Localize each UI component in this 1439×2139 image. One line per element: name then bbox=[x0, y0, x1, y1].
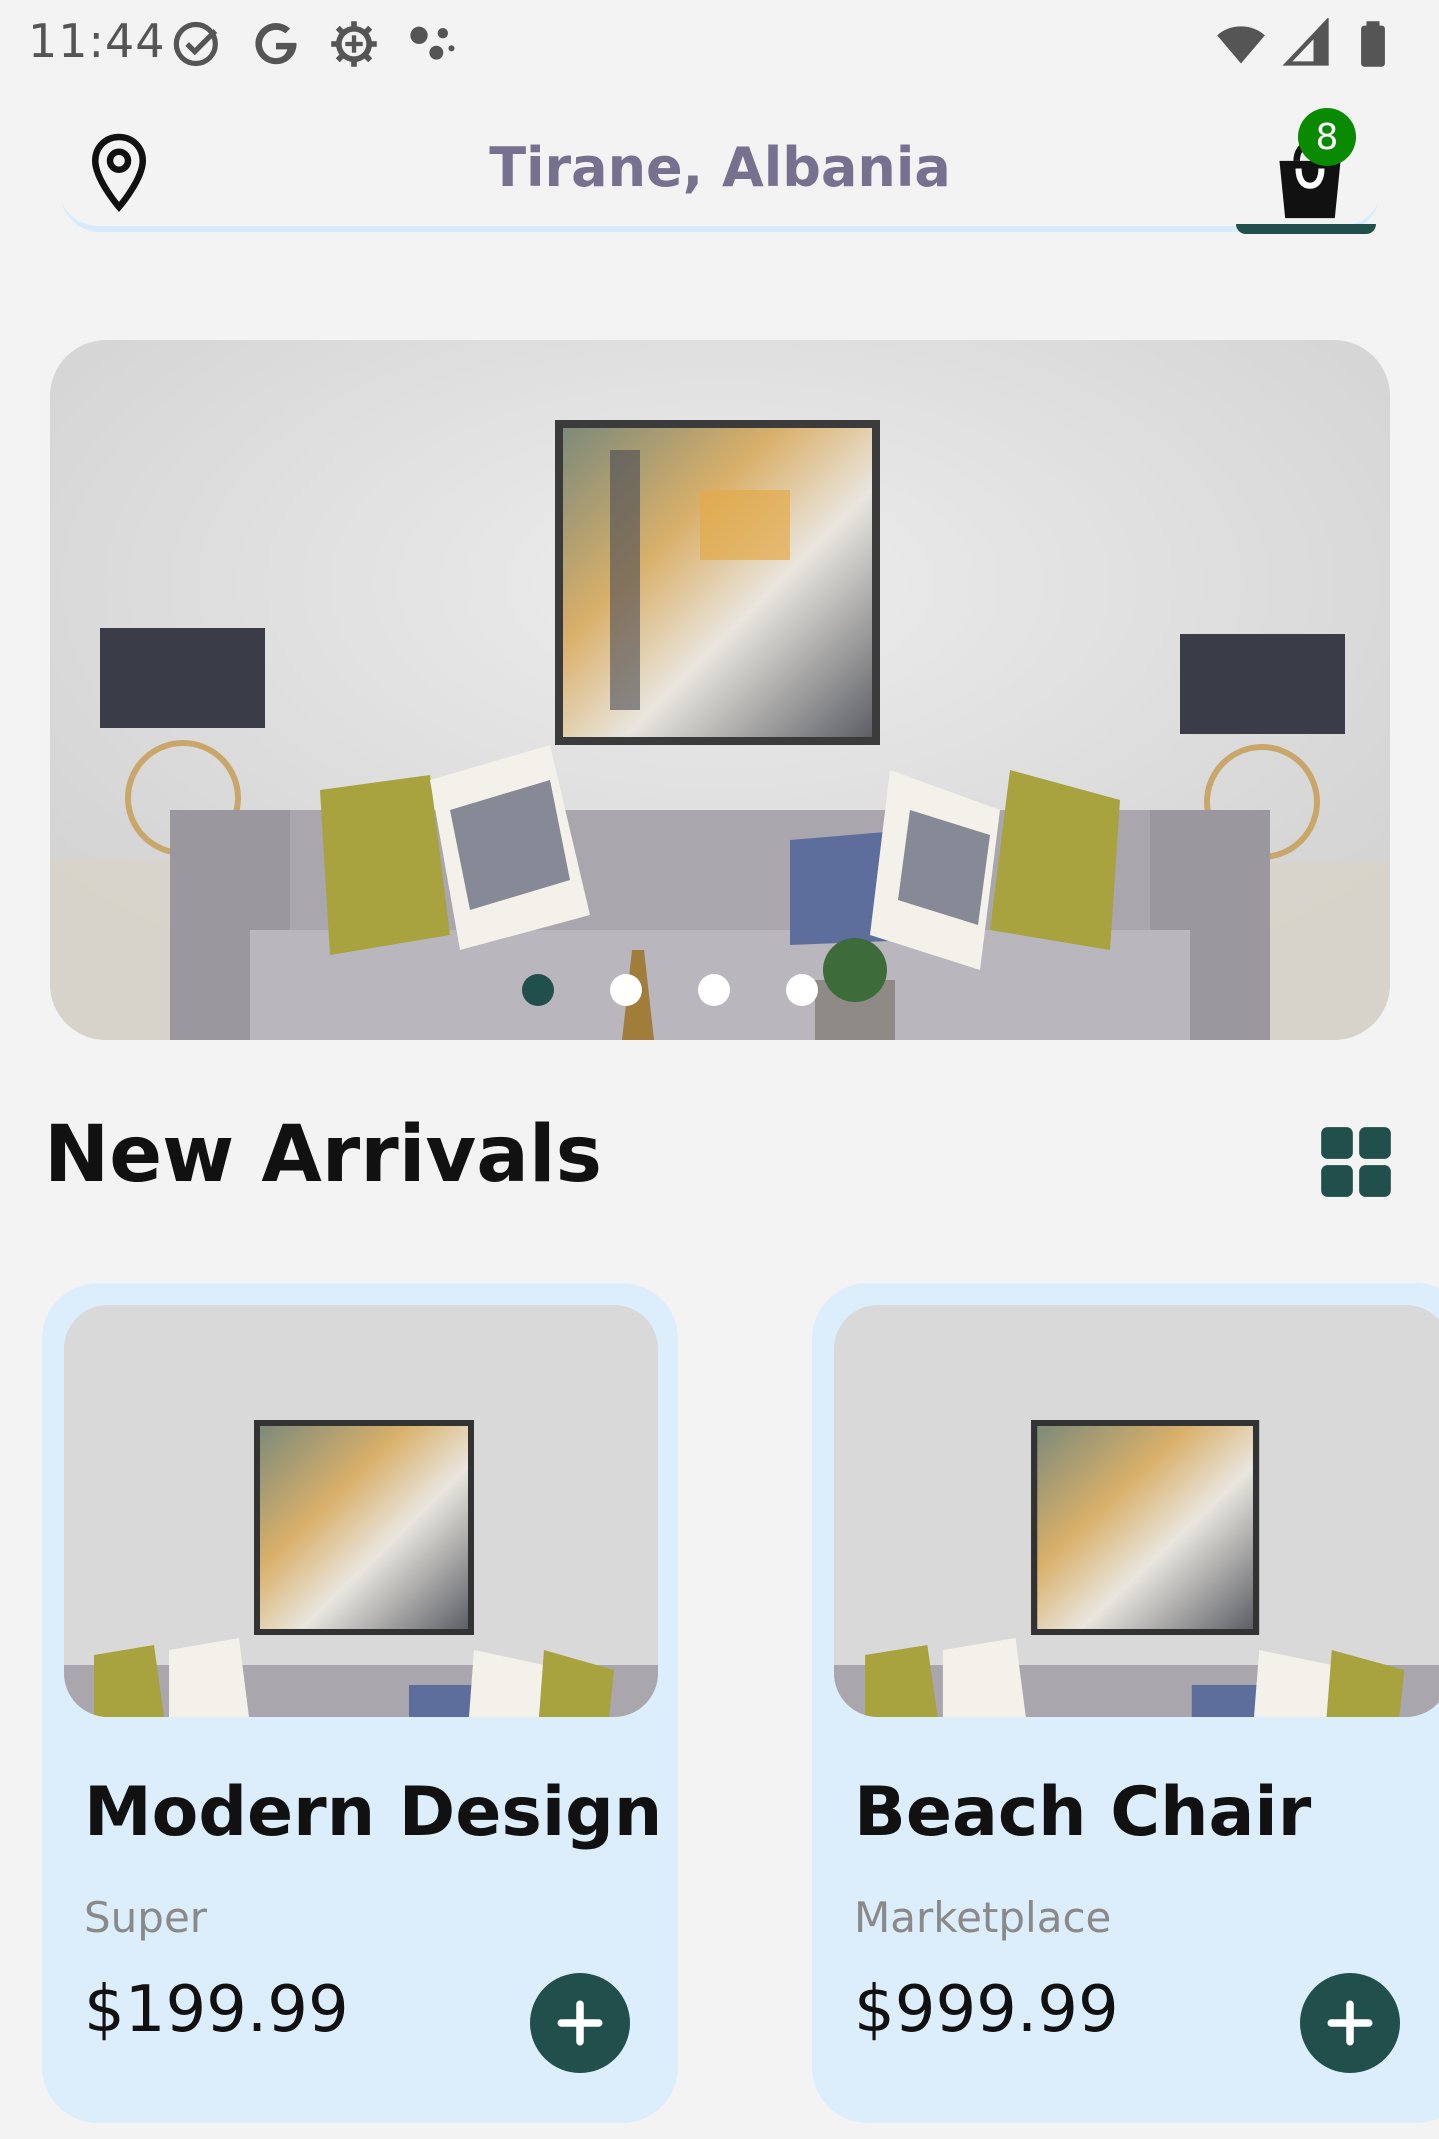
section-title-new-arrivals: New Arrivals bbox=[44, 1110, 603, 1200]
product-photo bbox=[834, 1305, 1439, 1717]
product-card[interactable]: Modern Design Super $199.99 bbox=[42, 1283, 678, 2123]
product-card[interactable]: Beach Chair Marketplace $999.99 bbox=[812, 1283, 1439, 2123]
product-image bbox=[834, 1305, 1439, 1717]
product-photo bbox=[64, 1305, 658, 1717]
plus-icon bbox=[1327, 2000, 1373, 2046]
battery-icon bbox=[1361, 21, 1385, 67]
banner-living-room-image bbox=[50, 340, 1390, 1040]
header-accent-bar bbox=[1236, 224, 1376, 234]
product-store: Super bbox=[84, 1893, 208, 1942]
location-header: Tirane, Albania 8 bbox=[60, 108, 1380, 234]
carousel-indicators bbox=[50, 974, 1390, 1006]
product-store: Marketplace bbox=[854, 1893, 1112, 1942]
google-icon bbox=[255, 23, 297, 65]
assistant-dots-icon bbox=[410, 26, 455, 60]
location-title[interactable]: Tirane, Albania bbox=[60, 136, 1380, 199]
product-title: Modern Design bbox=[84, 1773, 663, 1852]
product-title: Beach Chair bbox=[854, 1773, 1312, 1852]
status-icons-right bbox=[1215, 18, 1399, 70]
add-to-cart-button[interactable] bbox=[530, 1973, 630, 2073]
status-time: 11:44 bbox=[28, 14, 166, 68]
check-circle-icon bbox=[173, 21, 218, 67]
product-price: $199.99 bbox=[84, 1973, 349, 2047]
plus-icon bbox=[557, 2000, 603, 2046]
promo-banner-carousel[interactable] bbox=[50, 340, 1390, 1040]
settings-gear-icon bbox=[331, 21, 377, 67]
cellular-signal-icon bbox=[1282, 18, 1329, 66]
wifi-icon bbox=[1217, 26, 1265, 64]
carousel-dot-3[interactable] bbox=[698, 974, 730, 1006]
carousel-dot-1[interactable] bbox=[522, 974, 554, 1006]
carousel-dot-2[interactable] bbox=[610, 974, 642, 1006]
add-to-cart-button[interactable] bbox=[1300, 1973, 1400, 2073]
cart-count-badge: 8 bbox=[1298, 108, 1356, 166]
grid-view-icon[interactable] bbox=[1318, 1124, 1394, 1200]
product-image bbox=[64, 1305, 658, 1717]
status-bar: 11:44 bbox=[0, 0, 1439, 90]
status-icons-left bbox=[172, 18, 458, 70]
product-price: $999.99 bbox=[854, 1973, 1119, 2047]
carousel-dot-4[interactable] bbox=[786, 974, 818, 1006]
